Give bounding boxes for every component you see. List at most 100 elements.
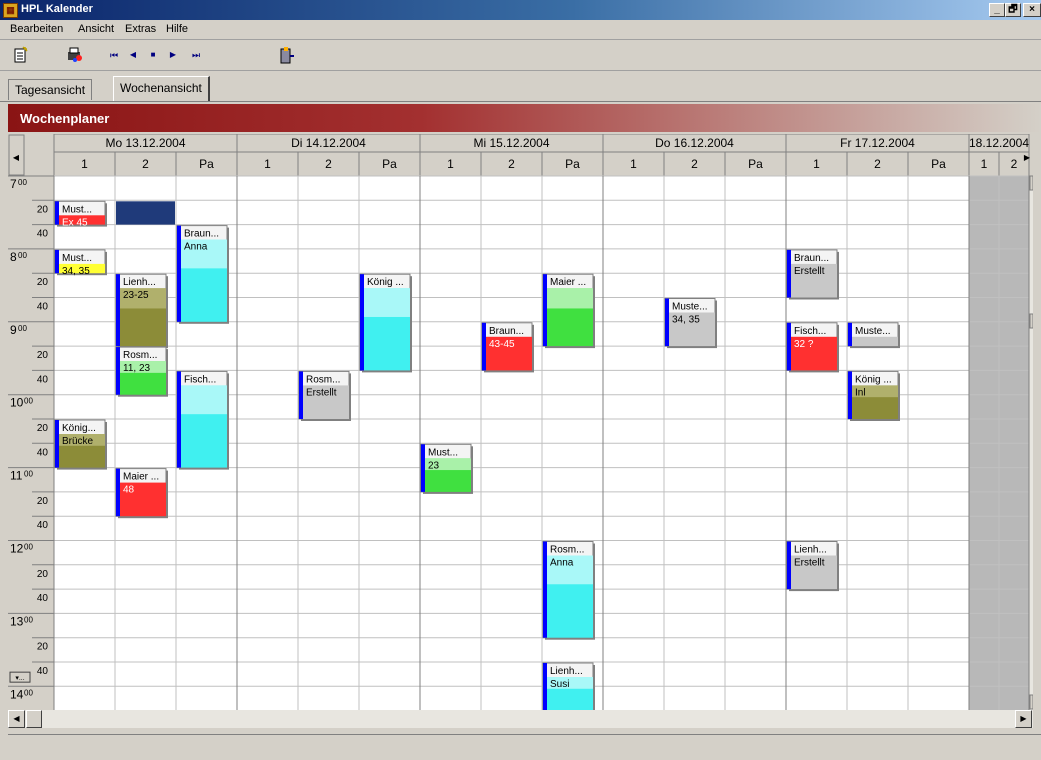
appointment-accent: [177, 225, 181, 322]
column-header-label: 1: [981, 157, 988, 171]
column-header-label: 1: [813, 157, 820, 171]
appointment-name: Must...: [62, 204, 92, 215]
appointment-accent: [848, 371, 852, 419]
time-minute-label: 20: [37, 277, 49, 288]
scroll-up-button[interactable]: [1029, 175, 1033, 191]
appointment-name: Braun...: [794, 253, 829, 264]
appointment-info: 34, 35: [62, 266, 90, 277]
scroll-left-arrow-icon[interactable]: ◀: [8, 710, 25, 728]
appointment-info: Ex 45: [62, 217, 88, 228]
vertical-scroll-thumb[interactable]: [1029, 313, 1033, 329]
day-header-label: Di 14.12.2004: [291, 136, 366, 150]
close-button[interactable]: ×: [1023, 3, 1041, 17]
appointment-info: Brücke: [62, 436, 94, 447]
appointment[interactable]: Must... Ex 45: [54, 200, 107, 228]
menu-bearbeiten[interactable]: Bearbeiten: [10, 23, 63, 35]
appointment-name: Maier ...: [550, 277, 586, 288]
time-hour-label: 11: [10, 469, 23, 483]
appointment[interactable]: Rosm... 11, 23: [115, 346, 168, 397]
column-header-label: 2: [325, 157, 332, 171]
maximize-button[interactable]: 🗗: [1005, 3, 1021, 17]
appointment[interactable]: Fisch... 32 ?: [786, 322, 839, 373]
app-icon: ▦: [3, 3, 18, 18]
appointment-name: Fisch...: [794, 326, 826, 337]
appointment-info: 23: [428, 460, 440, 471]
selected-cell[interactable]: [116, 201, 175, 225]
appointment[interactable]: Lienh... 23-25: [115, 273, 168, 349]
menu-hilfe[interactable]: Hilfe: [166, 23, 188, 35]
appointment-name: Rosm...: [550, 545, 584, 556]
time-minute-label: 00: [24, 397, 33, 406]
time-minute-label: 00: [18, 251, 27, 260]
time-minute-label: 40: [37, 374, 49, 385]
appointment-accent: [116, 347, 120, 395]
appointment-name: Rosm...: [306, 374, 340, 385]
appointment[interactable]: Rosm... Erstellt: [298, 370, 351, 421]
exit-button[interactable]: [278, 46, 296, 64]
title-bar: ▦ HPL Kalender _ 🗗 ×: [0, 0, 1041, 20]
next-button[interactable]: ▶: [166, 46, 180, 64]
scroll-down-button[interactable]: [1029, 694, 1033, 710]
appointment[interactable]: Muste...: [847, 322, 900, 349]
appointment-name: Rosm...: [123, 350, 157, 361]
scroll-thumb[interactable]: [26, 710, 42, 728]
appointment-name: Must...: [62, 253, 92, 264]
column-header-label: 1: [447, 157, 454, 171]
time-hour-label: 9: [10, 323, 17, 337]
prev-week-arrow-icon: ◀: [13, 153, 20, 162]
appointment[interactable]: Muste... 34, 35: [664, 298, 717, 349]
print-button[interactable]: [66, 46, 84, 64]
new-document-icon: [14, 46, 28, 63]
prev-button[interactable]: ◀: [126, 46, 140, 64]
time-hour-label: 12: [10, 542, 24, 556]
scroll-right-arrow-icon[interactable]: ▶: [1015, 710, 1032, 728]
appointment-name: Muste...: [855, 326, 891, 337]
tab-wochenansicht[interactable]: Wochenansicht: [113, 76, 210, 101]
appointment[interactable]: Braun... 43-45: [481, 322, 534, 373]
time-minute-label: 00: [24, 688, 33, 697]
stop-button[interactable]: ■: [146, 46, 160, 64]
week-grid[interactable]: Mo 13.12.2004 Di 14.12.2004 Mi 15.12.2004 D…: [8, 134, 1033, 710]
appointment[interactable]: König ...: [359, 273, 412, 373]
time-minute-label: 40: [37, 666, 49, 677]
menu-ansicht[interactable]: Ansicht: [78, 23, 114, 35]
appointment-info: Inl: [855, 387, 866, 398]
minimize-button[interactable]: _: [989, 3, 1005, 17]
appointment[interactable]: Fisch...: [176, 370, 229, 470]
appointment[interactable]: Maier ... 48: [115, 468, 168, 519]
appointment[interactable]: Maier ...: [542, 273, 595, 349]
day-header-label: Mo 13.12.2004: [105, 136, 185, 150]
appointment[interactable]: Must... 23: [420, 443, 473, 494]
vertical-scrollbar[interactable]: [1029, 176, 1033, 710]
column-header-label: 2: [1011, 157, 1018, 171]
view-tabs: Tagesansicht Wochenansicht: [0, 71, 1041, 102]
menu-bar: Bearbeiten Ansicht Extras Hilfe: [0, 20, 1041, 40]
appointment[interactable]: Lienh... Susi: [542, 662, 595, 710]
appointment-accent: [848, 322, 852, 347]
column-header-label: Pa: [748, 157, 763, 171]
time-hour-label: 13: [10, 614, 24, 628]
horizontal-scrollbar[interactable]: ◀ ▶: [8, 710, 1033, 728]
tab-tagesansicht[interactable]: Tagesansicht: [8, 79, 93, 100]
appointment[interactable]: Braun... Erstellt: [786, 249, 839, 300]
appointment-accent: [543, 541, 547, 638]
new-document-button[interactable]: [12, 46, 30, 64]
day-header-label: Fr 17.12.2004: [840, 136, 915, 150]
appointment[interactable]: Rosm... Anna: [542, 541, 595, 640]
menu-extras[interactable]: Extras: [125, 23, 156, 35]
first-button[interactable]: ⏮: [106, 46, 122, 64]
appointment[interactable]: Braun... Anna: [176, 225, 229, 324]
appointment[interactable]: Must... 34, 35: [54, 249, 107, 277]
appointment[interactable]: Lienh... Erstellt: [786, 541, 839, 592]
time-hour-label: 14: [10, 687, 24, 701]
appointment-accent: [665, 298, 669, 347]
appointment-name: Muste...: [672, 302, 708, 313]
time-minute-label: 40: [37, 520, 49, 531]
appointment[interactable]: König... Brücke: [54, 419, 107, 470]
time-minute-label: 40: [37, 302, 49, 313]
appointment[interactable]: König ... Inl: [847, 370, 900, 421]
last-button[interactable]: ⏭: [188, 46, 204, 64]
column-header-label: 1: [81, 157, 88, 171]
appointment-name: Lienh...: [794, 545, 827, 556]
window-title: HPL Kalender: [21, 3, 93, 15]
